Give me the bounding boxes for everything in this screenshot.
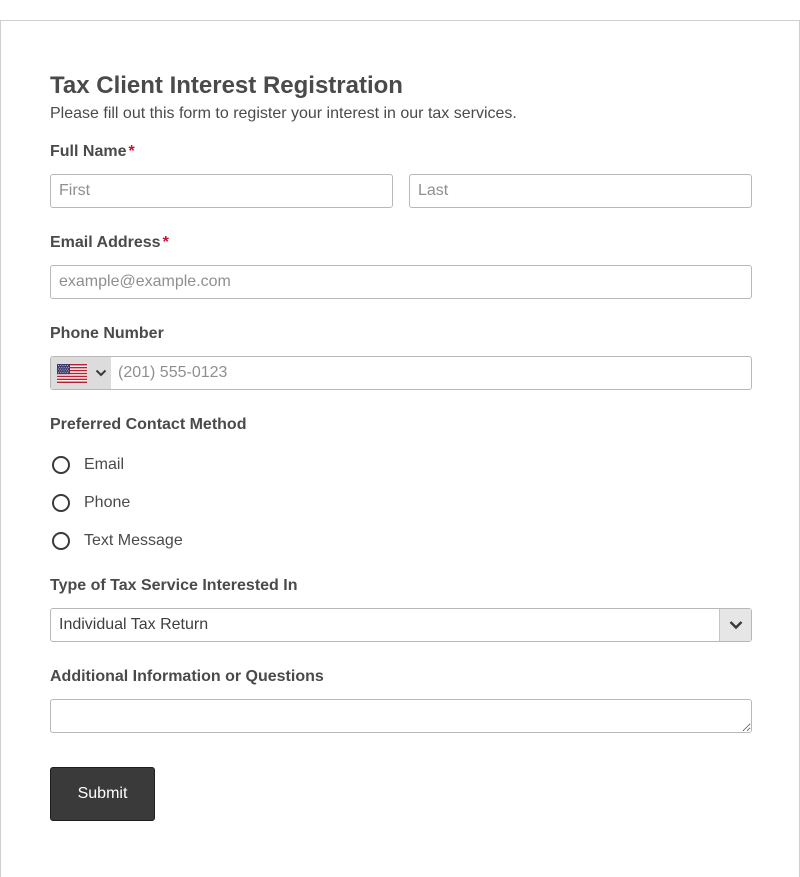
radio-option-text-message[interactable]: Text Message: [50, 529, 183, 553]
form-subtitle: Please fill out this form to register yo…: [50, 105, 517, 122]
email-label-text: Email Address: [50, 234, 161, 251]
radio-button[interactable]: [52, 494, 70, 512]
service-type-select[interactable]: Individual Tax Return: [50, 608, 752, 642]
additional-info-label: Additional Information or Questions: [50, 668, 324, 685]
full-name-label: Full Name *: [50, 143, 135, 161]
form-container: Tax Client Interest Registration Please …: [0, 20, 800, 877]
radio-label: Phone: [84, 494, 131, 511]
additional-info-textarea[interactable]: [50, 699, 752, 733]
email-input[interactable]: [50, 265, 752, 299]
required-asterisk: *: [162, 234, 169, 251]
radio-button[interactable]: [52, 532, 70, 550]
chevron-down-icon: [95, 369, 107, 377]
required-asterisk: *: [128, 143, 135, 160]
contact-method-label: Preferred Contact Method: [50, 416, 247, 433]
radio-option-phone[interactable]: Phone: [50, 491, 130, 515]
chevron-down-icon: [729, 621, 743, 630]
email-label: Email Address *: [50, 234, 169, 252]
select-dropdown-button[interactable]: [719, 609, 751, 641]
form-title: Tax Client Interest Registration: [50, 72, 403, 99]
phone-label: Phone Number: [50, 325, 164, 342]
radio-button[interactable]: [52, 456, 70, 474]
country-code-selector[interactable]: [51, 357, 111, 389]
first-name-input[interactable]: [50, 174, 393, 208]
full-name-label-text: Full Name: [50, 143, 127, 160]
radio-label: Email: [84, 456, 125, 473]
phone-field: [50, 356, 752, 390]
phone-input[interactable]: [111, 357, 751, 389]
radio-option-email[interactable]: Email: [50, 453, 124, 477]
radio-label: Text Message: [84, 532, 183, 549]
submit-button[interactable]: Submit: [50, 767, 155, 821]
service-type-selected-value: Individual Tax Return: [59, 616, 209, 633]
last-name-input[interactable]: [409, 174, 752, 208]
service-type-label: Type of Tax Service Interested In: [50, 577, 298, 594]
us-flag-icon: [57, 364, 87, 383]
